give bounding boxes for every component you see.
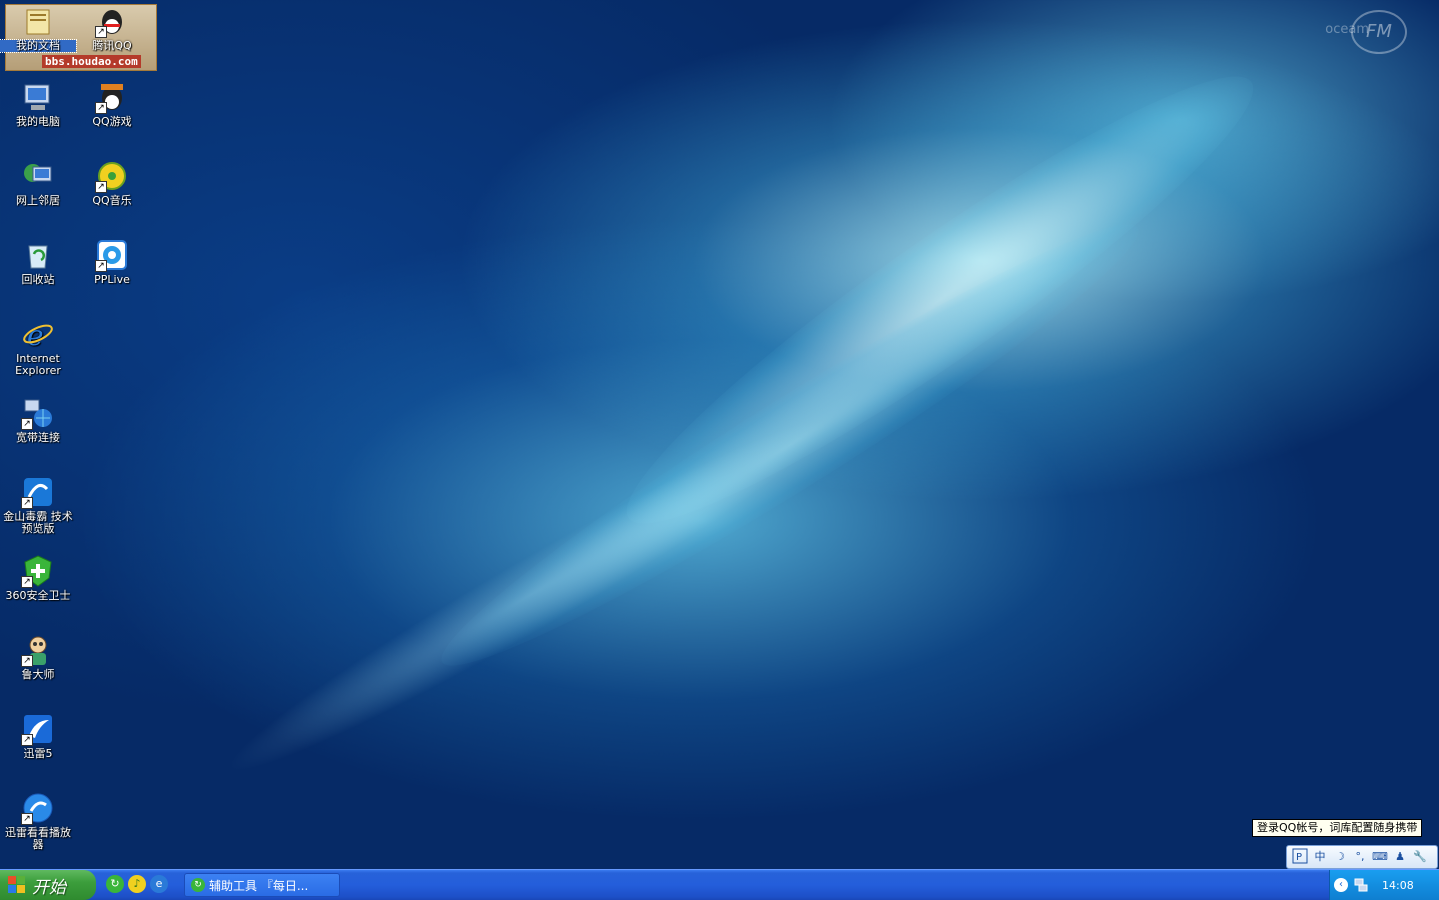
ime-toolbar[interactable]: P 中 ☽ °, ⌨ ♟ 🔧 <box>1286 845 1438 869</box>
start-label: 开始 <box>32 877 66 898</box>
moon-icon[interactable]: ☽ <box>1331 848 1349 866</box>
internet-explorer-quicklaunch-icon[interactable]: e <box>150 875 168 893</box>
desktop-icon-pplive[interactable]: ↗ PPLive <box>74 238 150 286</box>
network-places-icon <box>21 159 55 193</box>
desktop-icon-qq-game[interactable]: ↗ QQ游戏 <box>74 80 150 128</box>
svg-text:e: e <box>27 319 44 351</box>
ime-logo-icon[interactable]: P <box>1291 848 1309 866</box>
show-hidden-icons-chevron-icon[interactable]: ‹ <box>1334 878 1348 892</box>
punctuation-icon[interactable]: °, <box>1351 848 1369 866</box>
360-quicklaunch-icon[interactable]: ↻ <box>106 875 124 893</box>
kingsoft-antivirus-icon: ↗ <box>21 475 55 509</box>
ludashi-icon: ↗ <box>21 633 55 667</box>
taskbar: 开始 ↻ ♪ e ↻ 辅助工具 『每日... ‹ 14:08 <box>0 869 1439 900</box>
desktop-background[interactable]: bbs.houdao.com oceam FM 我的文档 我的电脑 网上邻居 回… <box>0 0 1439 869</box>
desktop-icon-xunlei-kankan[interactable]: ↗ 迅雷看看播放器 <box>0 791 76 851</box>
start-button[interactable]: 开始 <box>0 870 96 900</box>
svg-text:P: P <box>1296 852 1302 863</box>
task-button-helper-tool[interactable]: ↻ 辅助工具 『每日... <box>184 873 340 897</box>
watermark-url: bbs.houdao.com <box>42 55 141 68</box>
quick-launch-bar: ↻ ♪ e <box>106 875 168 893</box>
clock[interactable]: 14:08 <box>1382 879 1414 892</box>
desktop-icon-360[interactable]: ↗ 360安全卫士 <box>0 554 76 602</box>
desktop-icon-network-places[interactable]: 网上邻居 <box>0 159 76 207</box>
desktop-icon-broadband[interactable]: ↗ 宽带连接 <box>0 396 76 444</box>
qq-game-icon: ↗ <box>95 80 129 114</box>
keyboard-icon[interactable]: ⌨ <box>1371 848 1389 866</box>
internet-explorer-icon: e <box>21 317 55 352</box>
network-tray-icon[interactable] <box>1354 878 1368 892</box>
360-safe-icon: ↗ <box>21 554 55 588</box>
thunder-icon: ↗ <box>21 712 55 746</box>
desktop-icon-my-documents[interactable]: 我的文档 <box>0 4 77 53</box>
ime-chinese-mode-button[interactable]: 中 <box>1311 848 1329 866</box>
wallpaper-logo: FM <box>1351 10 1407 54</box>
recycle-bin-icon <box>21 238 55 272</box>
desktop-icon-qq-music[interactable]: ↗ QQ音乐 <box>74 159 150 207</box>
xunlei-kankan-icon: ↗ <box>21 791 55 825</box>
wrench-icon[interactable]: 🔧 <box>1411 848 1429 866</box>
desktop-icon-internet-explorer[interactable]: e Internet Explorer <box>0 317 76 377</box>
windows-logo-icon <box>8 876 26 894</box>
helper-tool-icon: ↻ <box>191 878 205 892</box>
qq-music-quicklaunch-icon[interactable]: ♪ <box>128 875 146 893</box>
ime-login-tooltip: 登录QQ帐号，词库配置随身携带 <box>1252 819 1423 837</box>
desktop-icon-ludashi[interactable]: ↗ 鲁大师 <box>0 633 76 681</box>
my-computer-icon <box>21 80 55 114</box>
my-documents-icon <box>21 4 55 38</box>
broadband-connection-icon: ↗ <box>21 396 55 430</box>
desktop-icon-my-computer[interactable]: 我的电脑 <box>0 80 76 128</box>
pplive-icon: ↗ <box>95 238 129 272</box>
desktop-icon-kingsoft[interactable]: ↗ 金山毒霸 技术预览版 <box>0 475 76 535</box>
task-button-label: 辅助工具 『每日... <box>209 878 309 893</box>
desktop-icon-recycle-bin[interactable]: 回收站 <box>0 238 76 286</box>
desktop-icon-thunder[interactable]: ↗ 迅雷5 <box>0 712 76 760</box>
user-icon[interactable]: ♟ <box>1391 848 1409 866</box>
desktop-icon-qq[interactable]: ↗ 腾讯QQ <box>74 4 150 52</box>
qq-music-icon: ↗ <box>95 159 129 193</box>
system-tray: ‹ 14:08 <box>1329 870 1439 900</box>
qq-icon: ↗ <box>95 4 129 38</box>
